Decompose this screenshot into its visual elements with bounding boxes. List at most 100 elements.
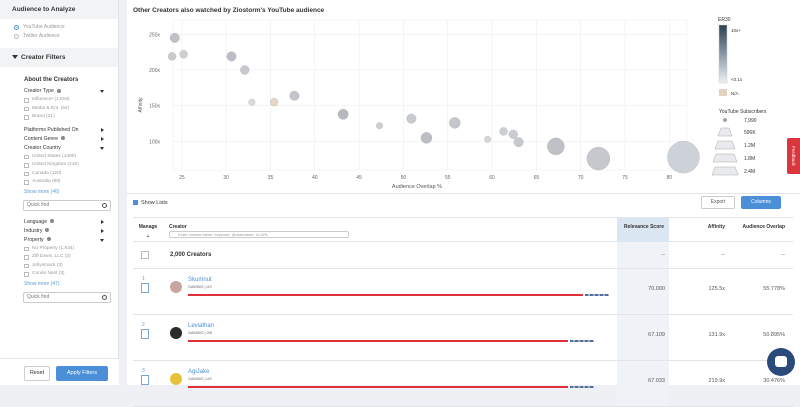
caret-down-icon xyxy=(100,238,104,242)
caret-down-icon xyxy=(100,146,104,150)
data-point[interactable] xyxy=(406,113,417,124)
group-content-genre[interactable]: Content Genre xyxy=(0,135,118,144)
group-property[interactable]: Property xyxy=(0,236,118,245)
data-point[interactable] xyxy=(289,90,300,101)
data-point[interactable] xyxy=(167,52,177,61)
quick-find-placeholder: Quick find xyxy=(27,293,50,300)
reset-button[interactable]: Reset xyxy=(24,366,50,381)
th-affinity[interactable]: Affinity xyxy=(673,218,729,242)
table-row[interactable]: 1 Skumnut GAMING | US 70.000 125.5x 55.778% xyxy=(133,269,793,315)
checkbox-conde-nast[interactable]: Conde Nast (3) xyxy=(0,270,118,279)
checkbox-jellysmack[interactable]: Jellysmack (3) xyxy=(0,262,118,271)
group-label: Platforms Published On xyxy=(24,126,79,133)
chat-button[interactable] xyxy=(767,348,795,376)
filter-actions: Reset Apply Filters xyxy=(0,358,119,385)
avatar[interactable] xyxy=(170,327,182,339)
data-point[interactable] xyxy=(508,129,518,139)
creator-name-link[interactable]: Leviathan xyxy=(188,323,214,329)
quick-find-placeholder: Quick find xyxy=(27,201,50,208)
select-all-checkbox[interactable] xyxy=(141,251,149,259)
filter-icon xyxy=(12,55,18,60)
group-label: Content Genre xyxy=(24,135,59,142)
data-point[interactable] xyxy=(337,108,349,120)
show-more-property[interactable]: Show more (47) xyxy=(0,279,118,289)
x-tick-label: 80 xyxy=(666,175,672,181)
data-point[interactable] xyxy=(376,122,383,130)
quick-find-input-2[interactable]: Quick find xyxy=(23,291,111,303)
data-point[interactable] xyxy=(226,51,237,62)
apply-filters-button[interactable]: Apply Filters xyxy=(56,366,108,381)
x-tick-label: 75 xyxy=(622,175,628,181)
legend-value: 1.8M xyxy=(744,156,755,162)
checkbox-label: No Property (1,934) xyxy=(32,245,75,251)
th-creator[interactable]: Creator xyxy=(169,218,187,242)
feedback-tab[interactable]: Feedback xyxy=(787,138,800,174)
data-point[interactable] xyxy=(484,135,492,143)
checkbox-label: Media & Ent. (64) xyxy=(32,105,70,111)
na-label: N/A xyxy=(731,91,739,96)
checkbox-australia[interactable]: Australia (69) xyxy=(0,178,118,187)
add-to-list-icon[interactable] xyxy=(141,375,149,385)
checkbox-icon xyxy=(24,98,29,103)
radio-twitter-audience[interactable]: Twitter Audience xyxy=(0,32,118,41)
checkbox-no-property[interactable]: No Property (1,934) xyxy=(0,245,118,254)
creators-count: 2,000 Creators xyxy=(170,252,212,258)
checkbox-brand[interactable]: Brand (21) xyxy=(0,113,118,122)
x-tick-label: 55 xyxy=(445,175,451,181)
data-point[interactable] xyxy=(547,137,565,156)
summary-affinity: -- xyxy=(721,252,725,258)
data-point[interactable] xyxy=(169,32,180,43)
table-row[interactable]: 2 Leviathan GAMING | GB 67.109 131.9x 50.895% xyxy=(133,315,793,361)
th-relevance[interactable]: Relevance Score xyxy=(617,218,669,242)
avatar[interactable] xyxy=(170,373,182,385)
data-point[interactable] xyxy=(449,117,461,129)
creator-tag: GAMING | GB xyxy=(188,331,212,335)
data-point[interactable] xyxy=(586,146,611,171)
show-lists-toggle[interactable]: Show Lists xyxy=(133,200,168,206)
group-platforms[interactable]: Platforms Published On xyxy=(0,126,118,135)
data-point[interactable] xyxy=(240,65,250,75)
data-point[interactable] xyxy=(667,140,700,174)
add-to-list-icon[interactable] xyxy=(141,329,149,339)
checkbox-label: Jellysmack (3) xyxy=(32,262,63,268)
group-creator-type[interactable]: Creator Type xyxy=(0,87,118,96)
checkbox-influencer[interactable]: Influencer (1,915) xyxy=(0,96,118,105)
data-point[interactable] xyxy=(269,97,279,107)
radio-selected-icon xyxy=(14,25,19,30)
data-point[interactable] xyxy=(499,127,508,136)
export-button[interactable]: Export xyxy=(701,196,735,209)
data-point[interactable] xyxy=(513,137,524,148)
overlap-value: 55.778% xyxy=(763,286,785,292)
creator-name-link[interactable]: AgiJake xyxy=(188,369,209,375)
add-to-list-icon[interactable] xyxy=(141,283,149,293)
creator-name-link[interactable]: Skumnut xyxy=(188,277,212,283)
avatar[interactable] xyxy=(170,281,182,293)
x-tick-label: 70 xyxy=(578,175,584,181)
group-label: Property xyxy=(24,236,44,243)
data-point[interactable] xyxy=(179,50,188,59)
checkbox-media[interactable]: Media & Ent. (64) xyxy=(0,105,118,114)
quick-find-input-1[interactable]: Quick find xyxy=(23,199,111,211)
checkbox-canada[interactable]: Canada (120) xyxy=(0,170,118,179)
data-point[interactable] xyxy=(248,98,256,106)
summary-row: 2,000 Creators -- -- -- xyxy=(133,242,793,269)
checkbox-label: Influencer (1,915) xyxy=(32,97,70,102)
y-axis-label: Affinity xyxy=(138,97,144,112)
data-point[interactable] xyxy=(420,132,433,144)
radio-youtube-audience[interactable]: YouTube Audience xyxy=(0,23,118,32)
legend-bubble xyxy=(723,118,727,122)
table-row[interactable]: 3 AgiJake GAMING | US 67.033 219.9x 30.476% xyxy=(133,361,793,407)
creator-search-input[interactable]: Enter creator name, keyword, @username, … xyxy=(169,231,349,238)
checkbox-uk[interactable]: United Kingdom (216) xyxy=(0,161,118,170)
group-creator-country[interactable]: Creator Country xyxy=(0,144,118,153)
caret-right-icon xyxy=(101,219,104,224)
group-language[interactable]: Language xyxy=(0,218,118,227)
y-tick-label: 250x xyxy=(149,32,160,38)
group-industry[interactable]: Industry xyxy=(0,227,118,236)
columns-button[interactable]: Columns xyxy=(741,196,781,209)
show-more-countries[interactable]: Show more (46) xyxy=(0,187,118,197)
checkbox-us[interactable]: United States (1380) xyxy=(0,153,118,162)
th-overlap[interactable]: Audience Overlap xyxy=(733,218,789,242)
checkbox-ziff-davis[interactable]: Ziff Davis, LLC (3) xyxy=(0,253,118,262)
x-tick-label: 40 xyxy=(312,175,318,181)
